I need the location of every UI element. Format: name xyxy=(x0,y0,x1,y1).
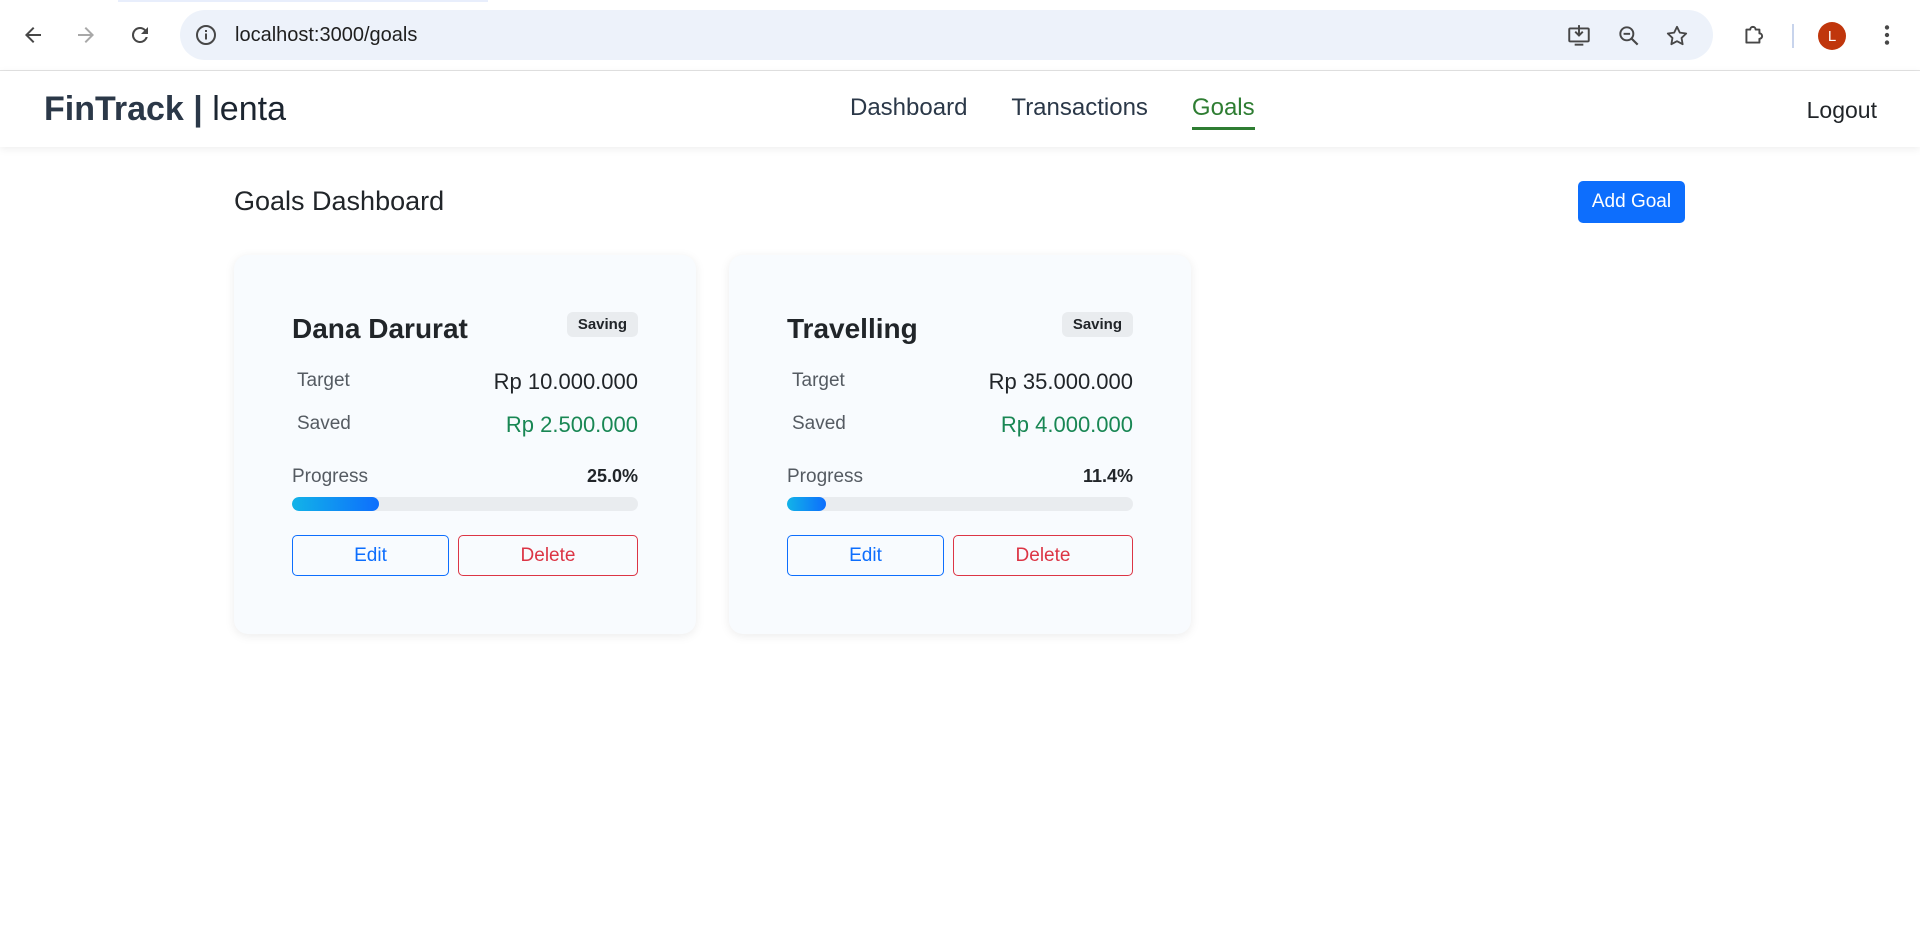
progress-label: Progress xyxy=(787,466,864,487)
delete-button[interactable]: Delete xyxy=(953,535,1133,576)
brand-username: lenta xyxy=(212,90,286,128)
address-bar[interactable]: localhost:3000/goals xyxy=(180,10,1713,60)
goal-name: Dana Darurat xyxy=(292,313,468,344)
progress-bar xyxy=(292,497,638,511)
goal-card: Dana Darurat Saving Target Rp 10.000.000… xyxy=(234,255,696,634)
target-label: Target xyxy=(297,370,350,391)
saved-value: Rp 4.000.000 xyxy=(1000,412,1133,437)
progress-bar xyxy=(787,497,1133,511)
extensions-button[interactable] xyxy=(1735,16,1773,54)
avatar-letter: L xyxy=(1827,27,1837,45)
goal-type-badge: Saving xyxy=(566,312,638,337)
saved-value: Rp 2.500.000 xyxy=(505,412,638,437)
zoom-button[interactable] xyxy=(1616,23,1642,49)
brand-logo[interactable]: FinTrack | lenta xyxy=(44,89,286,129)
zoom-out-icon xyxy=(1619,26,1639,46)
chrome-menu-button[interactable] xyxy=(1868,16,1906,54)
bookmark-button[interactable] xyxy=(1664,23,1690,49)
logout-link[interactable]: Logout xyxy=(1807,97,1877,124)
reload-icon xyxy=(131,26,148,43)
star-icon xyxy=(1666,25,1688,46)
arrow-right-icon xyxy=(78,27,94,43)
puzzle-icon xyxy=(1745,25,1764,44)
forward-button[interactable] xyxy=(67,16,105,54)
site-info-icon[interactable] xyxy=(194,23,218,47)
progress-bar-fill xyxy=(787,497,827,511)
edit-button[interactable]: Edit xyxy=(292,535,449,576)
target-value: Rp 35.000.000 xyxy=(988,369,1133,394)
brand-name: FinTrack | xyxy=(44,90,213,128)
url-text: localhost:3000/goals xyxy=(235,24,418,46)
install-app-button[interactable] xyxy=(1566,23,1592,49)
nav-link-transactions[interactable]: Transactions xyxy=(1011,93,1148,130)
delete-button[interactable]: Delete xyxy=(458,535,638,576)
progress-percent: 25.0% xyxy=(586,466,638,486)
browser-toolbar: localhost:3000/goals L xyxy=(0,0,1920,71)
progress-bar-fill xyxy=(292,497,379,511)
edit-button[interactable]: Edit xyxy=(787,535,944,576)
app-navbar: FinTrack | lenta Dashboard Transactions … xyxy=(0,71,1920,147)
reload-button[interactable] xyxy=(121,16,159,54)
progress-percent: 11.4% xyxy=(1082,466,1133,486)
more-vertical-icon xyxy=(1884,25,1890,45)
add-goal-button[interactable]: Add Goal xyxy=(1578,181,1685,223)
nav-link-dashboard[interactable]: Dashboard xyxy=(850,93,967,130)
nav-link-goals[interactable]: Goals xyxy=(1191,93,1255,130)
saved-label: Saved xyxy=(297,413,351,434)
loading-bar xyxy=(118,0,488,2)
profile-avatar[interactable]: L xyxy=(1818,22,1846,50)
back-button[interactable] xyxy=(14,16,52,54)
target-value: Rp 10.000.000 xyxy=(493,369,638,394)
toolbar-separator xyxy=(1792,24,1794,48)
install-desktop-icon xyxy=(1568,25,1590,46)
nav-links: Dashboard Transactions Goals xyxy=(850,93,1255,130)
page-title: Goals Dashboard xyxy=(234,186,445,216)
target-label: Target xyxy=(792,370,845,391)
goal-card: Travelling Saving Target Rp 35.000.000 S… xyxy=(729,255,1191,634)
arrow-left-icon xyxy=(25,27,41,43)
goal-type-badge: Saving xyxy=(1061,312,1133,337)
goal-name: Travelling xyxy=(787,313,918,344)
progress-label: Progress xyxy=(292,466,369,487)
saved-label: Saved xyxy=(792,413,846,434)
